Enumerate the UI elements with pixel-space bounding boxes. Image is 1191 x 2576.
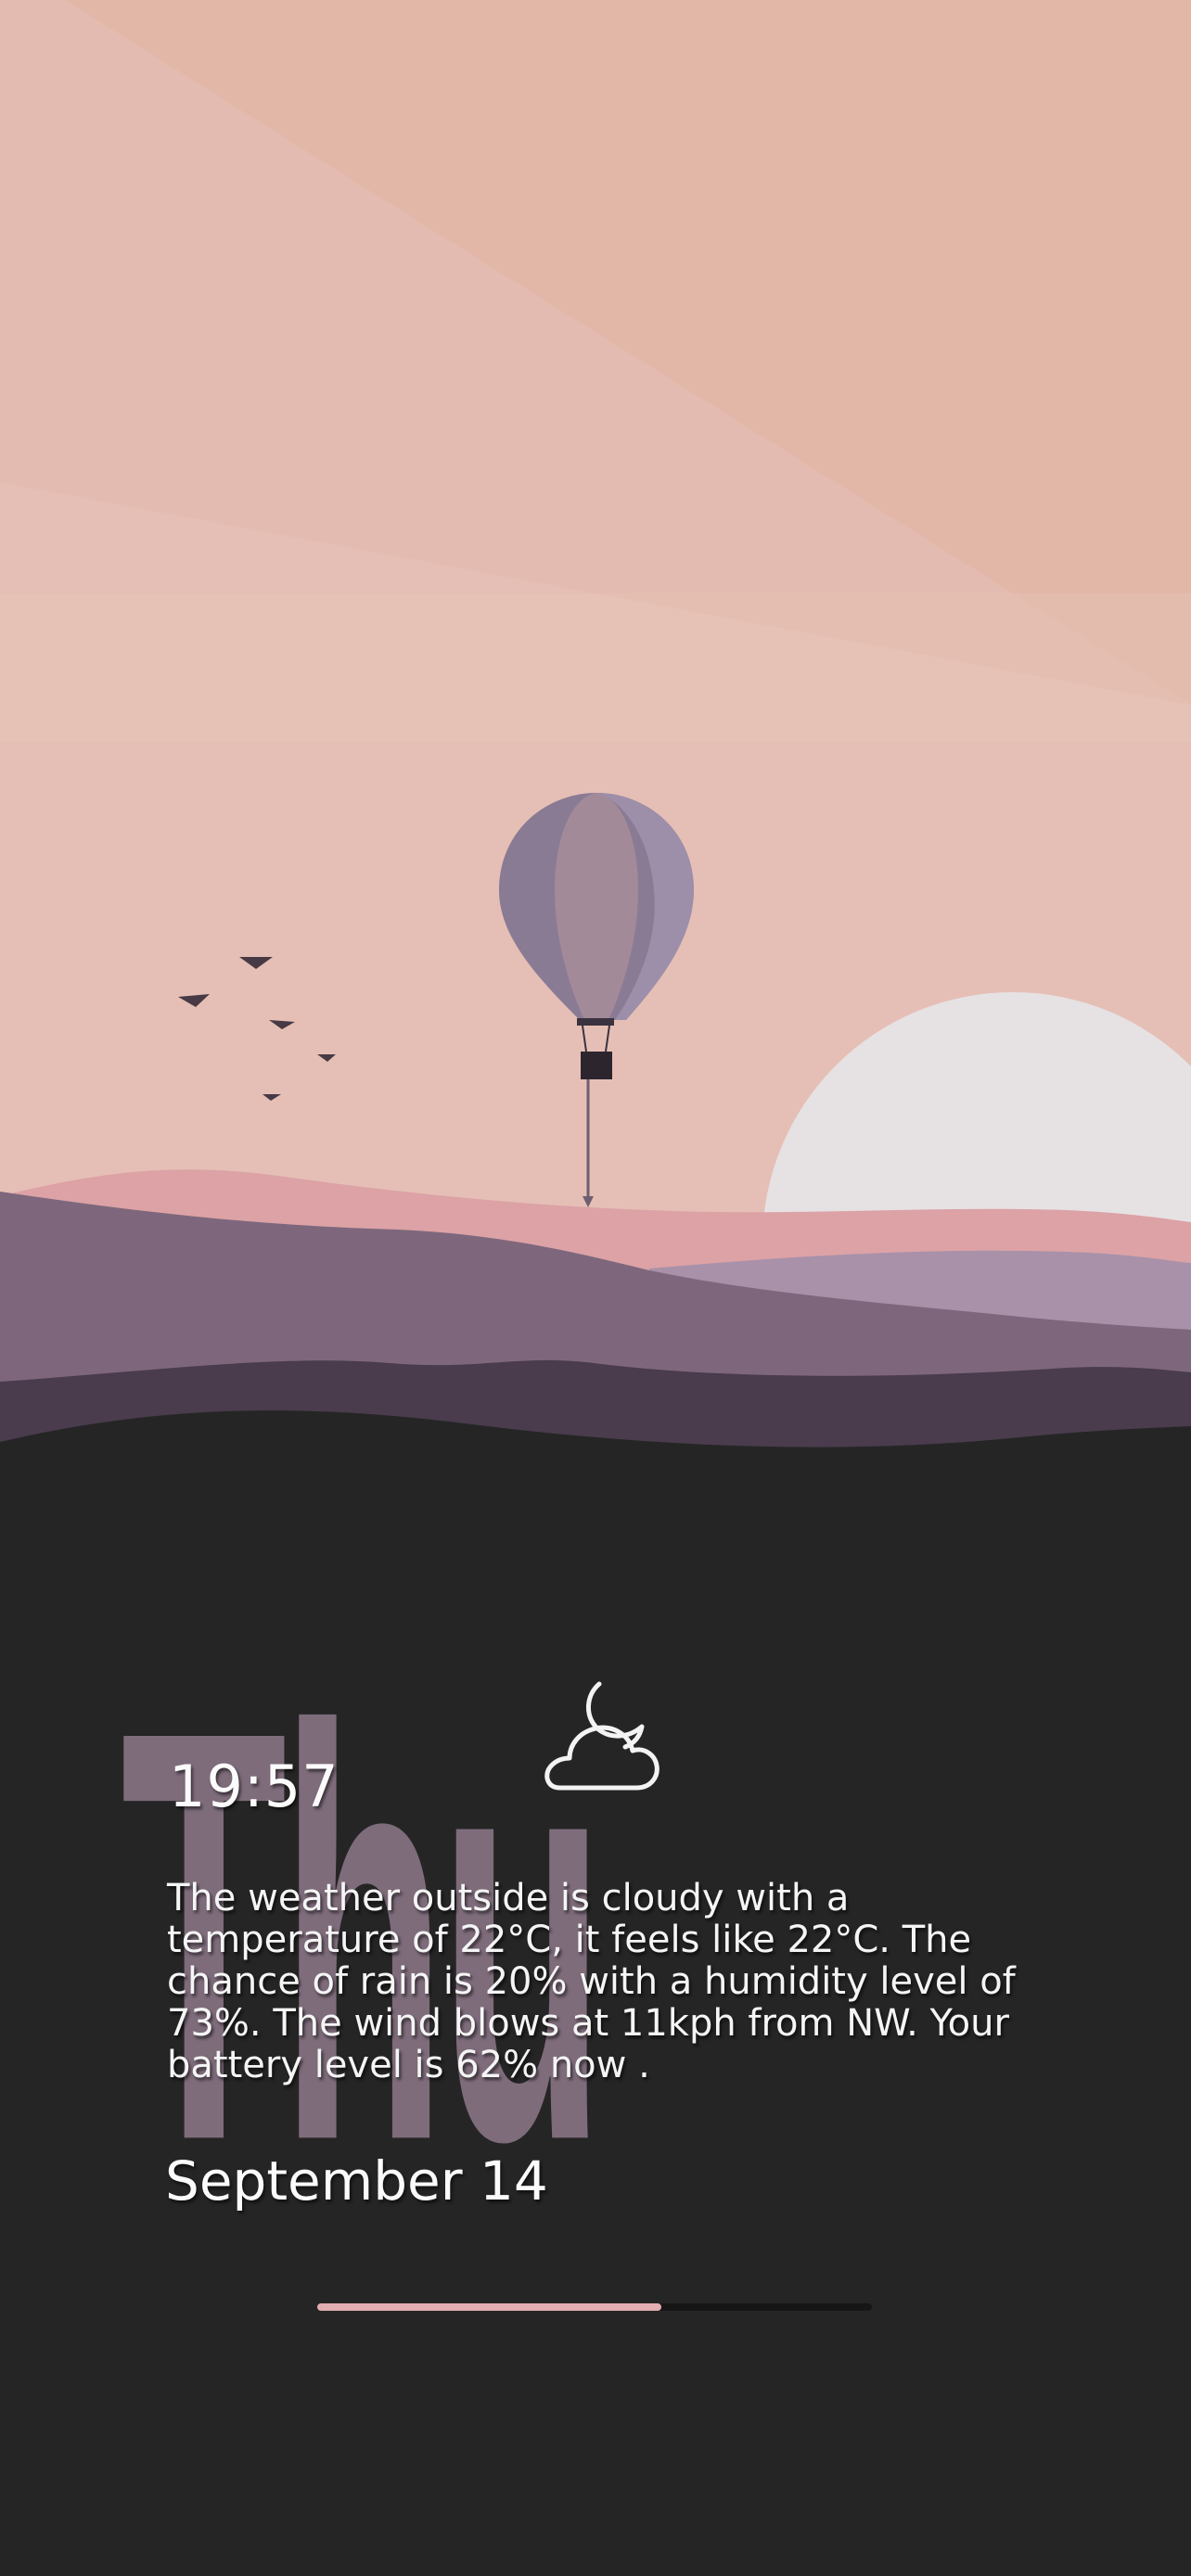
weather-summary: The weather outside is cloudy with a tem…: [167, 1877, 1016, 2086]
wallpaper-landscape: [0, 0, 1191, 1465]
date-label: September 14: [165, 2149, 548, 2213]
battery-level-fill: [317, 2303, 661, 2311]
cloud-moon-icon: [532, 1678, 662, 1799]
battery-level-bar: [317, 2303, 872, 2311]
clock-time: 19:57: [169, 1753, 339, 1820]
